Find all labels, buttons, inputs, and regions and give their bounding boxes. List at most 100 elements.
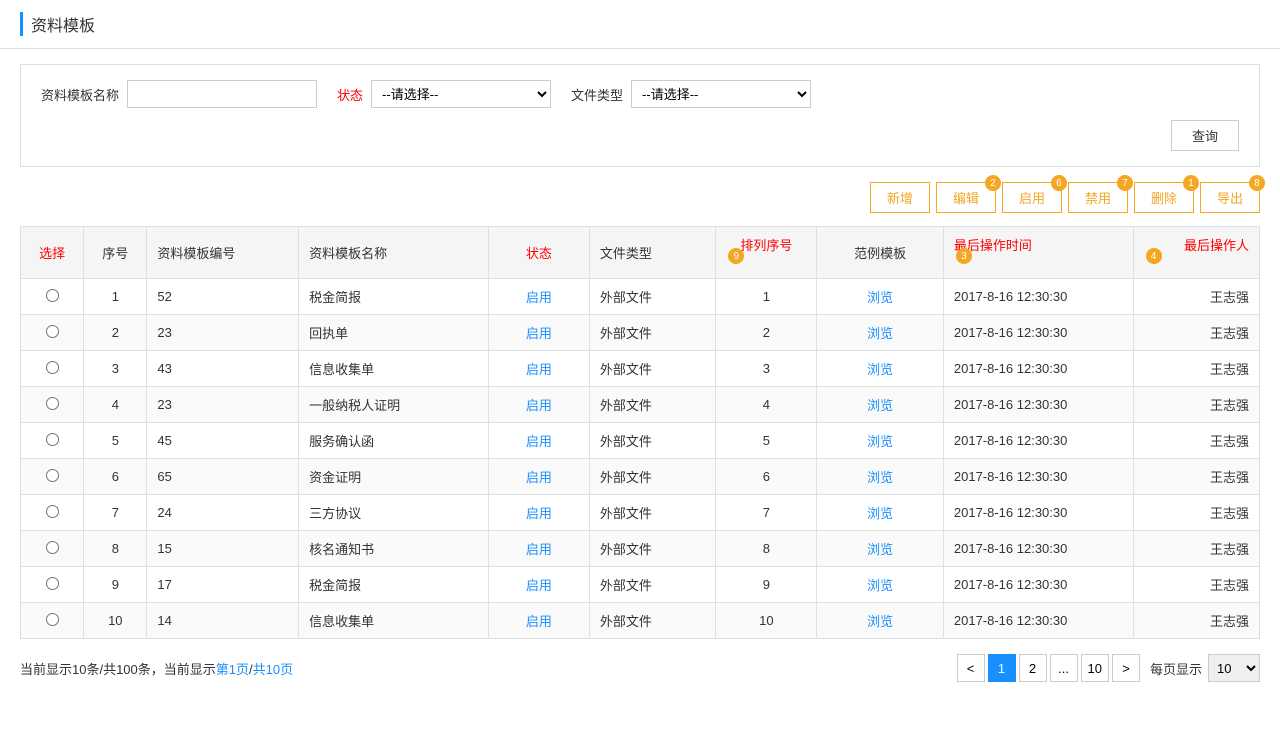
th-time: 最后操作时间 3 bbox=[943, 227, 1133, 279]
row-name: 税金简报 bbox=[299, 567, 489, 603]
row-name: 回执单 bbox=[299, 315, 489, 351]
per-page-dropdown[interactable]: 10 20 50 100 bbox=[1208, 654, 1260, 682]
filetype-select[interactable]: --请选择-- 外部文件 内部文件 bbox=[631, 80, 811, 108]
row-status: 启用 bbox=[488, 315, 589, 351]
export-button[interactable]: 导出 8 bbox=[1200, 182, 1260, 213]
row-radio[interactable] bbox=[46, 397, 59, 410]
th-seq: 序号 bbox=[84, 227, 147, 279]
row-operator: 王志强 bbox=[1133, 387, 1259, 423]
row-time: 2017-8-16 12:30:30 bbox=[943, 603, 1133, 639]
th-filetype: 文件类型 bbox=[589, 227, 715, 279]
row-sample: 浏览 bbox=[817, 495, 943, 531]
table-row: 6 65 资金证明 启用 外部文件 6 浏览 2017-8-16 12:30:3… bbox=[21, 459, 1260, 495]
row-filetype: 外部文件 bbox=[589, 459, 715, 495]
browse-link[interactable]: 浏览 bbox=[867, 434, 893, 449]
row-radio[interactable] bbox=[46, 433, 59, 446]
row-filetype: 外部文件 bbox=[589, 603, 715, 639]
row-sample: 浏览 bbox=[817, 279, 943, 315]
row-order: 7 bbox=[716, 495, 817, 531]
page-title: 资料模板 bbox=[20, 12, 95, 36]
row-status: 启用 bbox=[488, 351, 589, 387]
query-button[interactable]: 查询 bbox=[1171, 120, 1239, 151]
per-page-label: 每页显示 bbox=[1150, 659, 1202, 678]
page-next-button[interactable]: > bbox=[1112, 654, 1140, 682]
page-link-total[interactable]: 共10页 bbox=[253, 662, 293, 677]
row-seq: 9 bbox=[84, 567, 147, 603]
row-order: 2 bbox=[716, 315, 817, 351]
row-time: 2017-8-16 12:30:30 bbox=[943, 531, 1133, 567]
browse-link[interactable]: 浏览 bbox=[867, 362, 893, 377]
enable-badge: 6 bbox=[1051, 175, 1067, 191]
status-select[interactable]: --请选择-- 启用 禁用 bbox=[371, 80, 551, 108]
row-radio[interactable] bbox=[46, 325, 59, 338]
row-sample: 浏览 bbox=[817, 315, 943, 351]
disable-button[interactable]: 禁用 7 bbox=[1068, 182, 1128, 213]
name-label: 资料模板名称 bbox=[41, 85, 119, 104]
row-name: 核名通知书 bbox=[299, 531, 489, 567]
row-order: 5 bbox=[716, 423, 817, 459]
row-time: 2017-8-16 12:30:30 bbox=[943, 459, 1133, 495]
row-radio[interactable] bbox=[46, 505, 59, 518]
content-area: 资料模板名称 状态 --请选择-- 启用 禁用 文件类型 --请选择-- 外部文… bbox=[0, 49, 1280, 702]
row-order: 10 bbox=[716, 603, 817, 639]
row-radio[interactable] bbox=[46, 469, 59, 482]
browse-link[interactable]: 浏览 bbox=[867, 614, 893, 629]
page-btn-2[interactable]: 2 bbox=[1019, 654, 1047, 682]
row-select-cell bbox=[21, 351, 84, 387]
row-select-cell bbox=[21, 531, 84, 567]
browse-link[interactable]: 浏览 bbox=[867, 506, 893, 521]
row-sample: 浏览 bbox=[817, 603, 943, 639]
page-link-current[interactable]: 第1页 bbox=[216, 662, 249, 677]
table-body: 1 52 税金简报 启用 外部文件 1 浏览 2017-8-16 12:30:3… bbox=[21, 279, 1260, 639]
status-label: 状态 bbox=[337, 85, 363, 104]
enable-button[interactable]: 启用 6 bbox=[1002, 182, 1062, 213]
row-name: 服务确认函 bbox=[299, 423, 489, 459]
filetype-label: 文件类型 bbox=[571, 85, 623, 104]
browse-link[interactable]: 浏览 bbox=[867, 290, 893, 305]
search-row: 资料模板名称 状态 --请选择-- 启用 禁用 文件类型 --请选择-- 外部文… bbox=[41, 80, 1239, 108]
row-radio[interactable] bbox=[46, 613, 59, 626]
row-seq: 6 bbox=[84, 459, 147, 495]
row-status: 启用 bbox=[488, 603, 589, 639]
page-prev-button[interactable]: < bbox=[957, 654, 985, 682]
table-row: 1 52 税金简报 启用 外部文件 1 浏览 2017-8-16 12:30:3… bbox=[21, 279, 1260, 315]
row-radio[interactable] bbox=[46, 289, 59, 302]
browse-link[interactable]: 浏览 bbox=[867, 470, 893, 485]
row-select-cell bbox=[21, 603, 84, 639]
row-time: 2017-8-16 12:30:30 bbox=[943, 387, 1133, 423]
row-code: 43 bbox=[147, 351, 299, 387]
th-status: 状态 bbox=[488, 227, 589, 279]
browse-link[interactable]: 浏览 bbox=[867, 398, 893, 413]
name-input[interactable] bbox=[127, 80, 317, 108]
row-status: 启用 bbox=[488, 279, 589, 315]
operator-badge: 4 bbox=[1146, 248, 1162, 264]
table-row: 2 23 回执单 启用 外部文件 2 浏览 2017-8-16 12:30:30… bbox=[21, 315, 1260, 351]
row-seq: 4 bbox=[84, 387, 147, 423]
row-filetype: 外部文件 bbox=[589, 531, 715, 567]
page-btn-1[interactable]: 1 bbox=[988, 654, 1016, 682]
row-select-cell bbox=[21, 387, 84, 423]
row-radio[interactable] bbox=[46, 361, 59, 374]
row-code: 23 bbox=[147, 315, 299, 351]
row-sample: 浏览 bbox=[817, 387, 943, 423]
pagination-right: < 1 2 ... 10 > 每页显示 10 20 50 100 bbox=[957, 654, 1260, 682]
row-sample: 浏览 bbox=[817, 531, 943, 567]
row-radio[interactable] bbox=[46, 577, 59, 590]
page-btn-10[interactable]: 10 bbox=[1081, 654, 1109, 682]
edit-button[interactable]: 编辑 2 bbox=[936, 182, 996, 213]
row-sample: 浏览 bbox=[817, 459, 943, 495]
row-code: 15 bbox=[147, 531, 299, 567]
row-select-cell bbox=[21, 315, 84, 351]
delete-button[interactable]: 删除 1 bbox=[1134, 182, 1194, 213]
add-button[interactable]: 新增 bbox=[870, 182, 930, 213]
status-field: 状态 --请选择-- 启用 禁用 bbox=[337, 80, 551, 108]
row-select-cell bbox=[21, 279, 84, 315]
row-radio[interactable] bbox=[46, 541, 59, 554]
row-time: 2017-8-16 12:30:30 bbox=[943, 315, 1133, 351]
row-filetype: 外部文件 bbox=[589, 423, 715, 459]
browse-link[interactable]: 浏览 bbox=[867, 578, 893, 593]
row-code: 65 bbox=[147, 459, 299, 495]
table-row: 8 15 核名通知书 启用 外部文件 8 浏览 2017-8-16 12:30:… bbox=[21, 531, 1260, 567]
browse-link[interactable]: 浏览 bbox=[867, 326, 893, 341]
browse-link[interactable]: 浏览 bbox=[867, 542, 893, 557]
